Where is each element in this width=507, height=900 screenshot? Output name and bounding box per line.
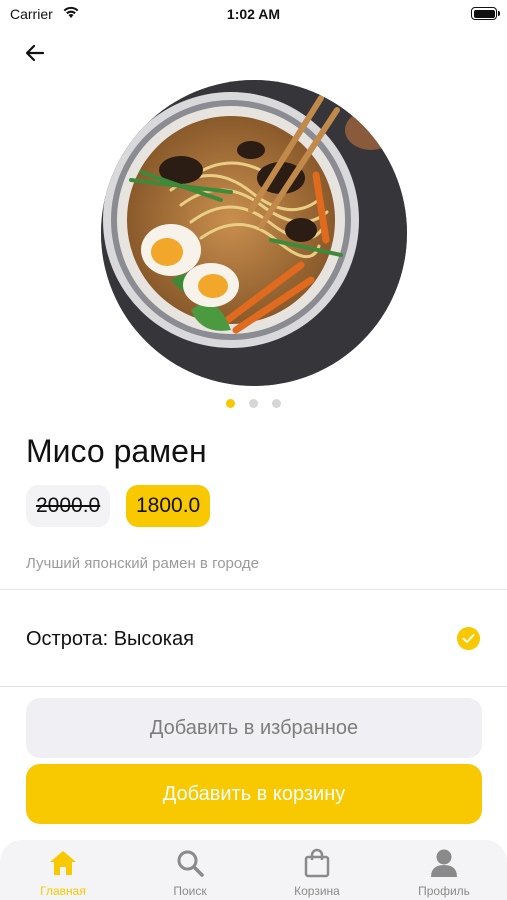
spiciness-option[interactable]: Острота: Высокая [0,590,507,686]
product-description: Лучший японский рамен в городе [26,555,260,572]
bag-icon [304,848,330,878]
add-to-favorites-button[interactable]: Добавить в избранное [26,698,482,758]
carousel-dot-2[interactable] [249,399,258,408]
old-price: 2000.0 [26,485,111,527]
add-to-cart-button[interactable]: Добавить в корзину [26,764,482,824]
ramen-bowl-illustration [101,80,407,386]
tab-bar: Главная Поиск Корзина Профиль [0,840,507,900]
clock: 1:02 AM [226,6,281,22]
tab-profile[interactable]: Профиль [381,840,507,900]
tab-label: Главная [40,884,86,898]
carousel-dot-3[interactable] [272,399,281,408]
home-icon [50,851,76,875]
search-icon [177,850,204,877]
tab-search[interactable]: Поиск [127,840,253,900]
tab-cart[interactable]: Корзина [254,840,380,900]
product-image [101,80,407,386]
product-title: Мисо рамен [26,433,207,469]
new-price: 1800.0 [126,485,211,527]
battery-icon [471,7,500,20]
tab-label: Профиль [418,884,470,898]
tab-label: Поиск [173,884,207,898]
status-bar: Carrier 1:02 AM [0,0,507,28]
profile-icon [431,849,457,877]
divider [0,686,507,687]
option-label: Острота: Высокая [26,628,194,650]
tab-label: Корзина [294,884,340,898]
tab-home[interactable]: Главная [0,840,126,900]
back-arrow-icon[interactable] [22,40,48,66]
checkmark-icon [457,627,480,650]
carousel-dot-1[interactable] [226,399,235,408]
carousel-dots [0,399,507,408]
